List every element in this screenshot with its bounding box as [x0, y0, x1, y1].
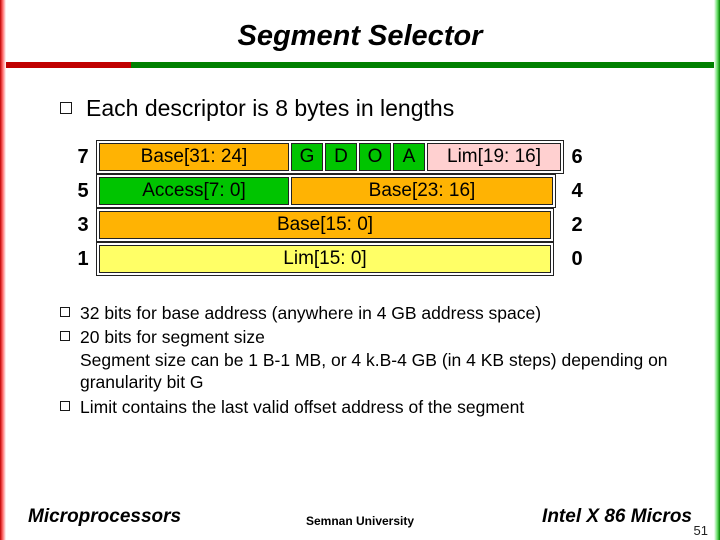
- cell-base-23-16: Base[23: 16]: [291, 177, 553, 205]
- bullet-square-icon: [60, 331, 70, 341]
- border-right: [714, 0, 720, 540]
- accent-bar-green: [131, 62, 714, 68]
- sub-bullet-2-row: 20 bits for segment size Segment size ca…: [60, 326, 680, 393]
- lead-bullet-text: Each descriptor is 8 bytes in lengths: [86, 95, 454, 122]
- byte-index-1: 1: [70, 242, 96, 276]
- cell-base-31-24: Base[31: 24]: [99, 143, 289, 171]
- descriptor-table: 7 Base[31: 24] G D O A Lim[19: 16] 6: [70, 140, 680, 276]
- descriptor-table-inner: 7 Base[31: 24] G D O A Lim[19: 16] 6: [70, 140, 590, 276]
- cell-access: Access[7: 0]: [99, 177, 289, 205]
- sub-bullet-1-row: 32 bits for base address (anywhere in 4 …: [60, 302, 680, 324]
- cell-d: D: [325, 143, 357, 171]
- page-title: Segment Selector: [0, 20, 720, 53]
- sub-bullet-3-row: Limit contains the last valid offset add…: [60, 396, 680, 418]
- page-number: 51: [694, 523, 708, 538]
- bullet-square-icon: [60, 307, 70, 317]
- cell-g: G: [291, 143, 323, 171]
- slide: Segment Selector Each descriptor is 8 by…: [0, 0, 720, 540]
- cell-a: A: [393, 143, 425, 171]
- bullet-square-icon: [60, 401, 70, 411]
- footer-center: Semnan University: [28, 514, 692, 528]
- cell-base-15-0: Base[15: 0]: [99, 211, 551, 239]
- sub-bullet-1-text: 32 bits for base address (anywhere in 4 …: [80, 302, 541, 324]
- footer: Semnan University Microprocessors Intel …: [28, 506, 692, 528]
- content-area: Each descriptor is 8 bytes in lengths 7 …: [60, 95, 680, 418]
- cell-lim-15-0: Lim[15: 0]: [99, 245, 551, 273]
- byte-index-3: 3: [70, 208, 96, 242]
- cell-lim-19-16: Lim[19: 16]: [427, 143, 561, 171]
- sub-bullet-3-text: Limit contains the last valid offset add…: [80, 396, 524, 418]
- lead-bullet-row: Each descriptor is 8 bytes in lengths: [60, 95, 680, 122]
- byte-index-0: 0: [564, 242, 590, 276]
- byte-index-7: 7: [70, 140, 96, 174]
- byte-index-5: 5: [70, 174, 96, 208]
- border-left: [0, 0, 6, 540]
- sub-bullet-2-text: 20 bits for segment size Segment size ca…: [80, 326, 680, 393]
- accent-bar-red: [6, 62, 131, 68]
- bullet-square-icon: [60, 102, 72, 114]
- byte-index-4: 4: [564, 174, 590, 208]
- cell-o: O: [359, 143, 391, 171]
- byte-index-2: 2: [564, 208, 590, 242]
- byte-index-6: 6: [564, 140, 590, 174]
